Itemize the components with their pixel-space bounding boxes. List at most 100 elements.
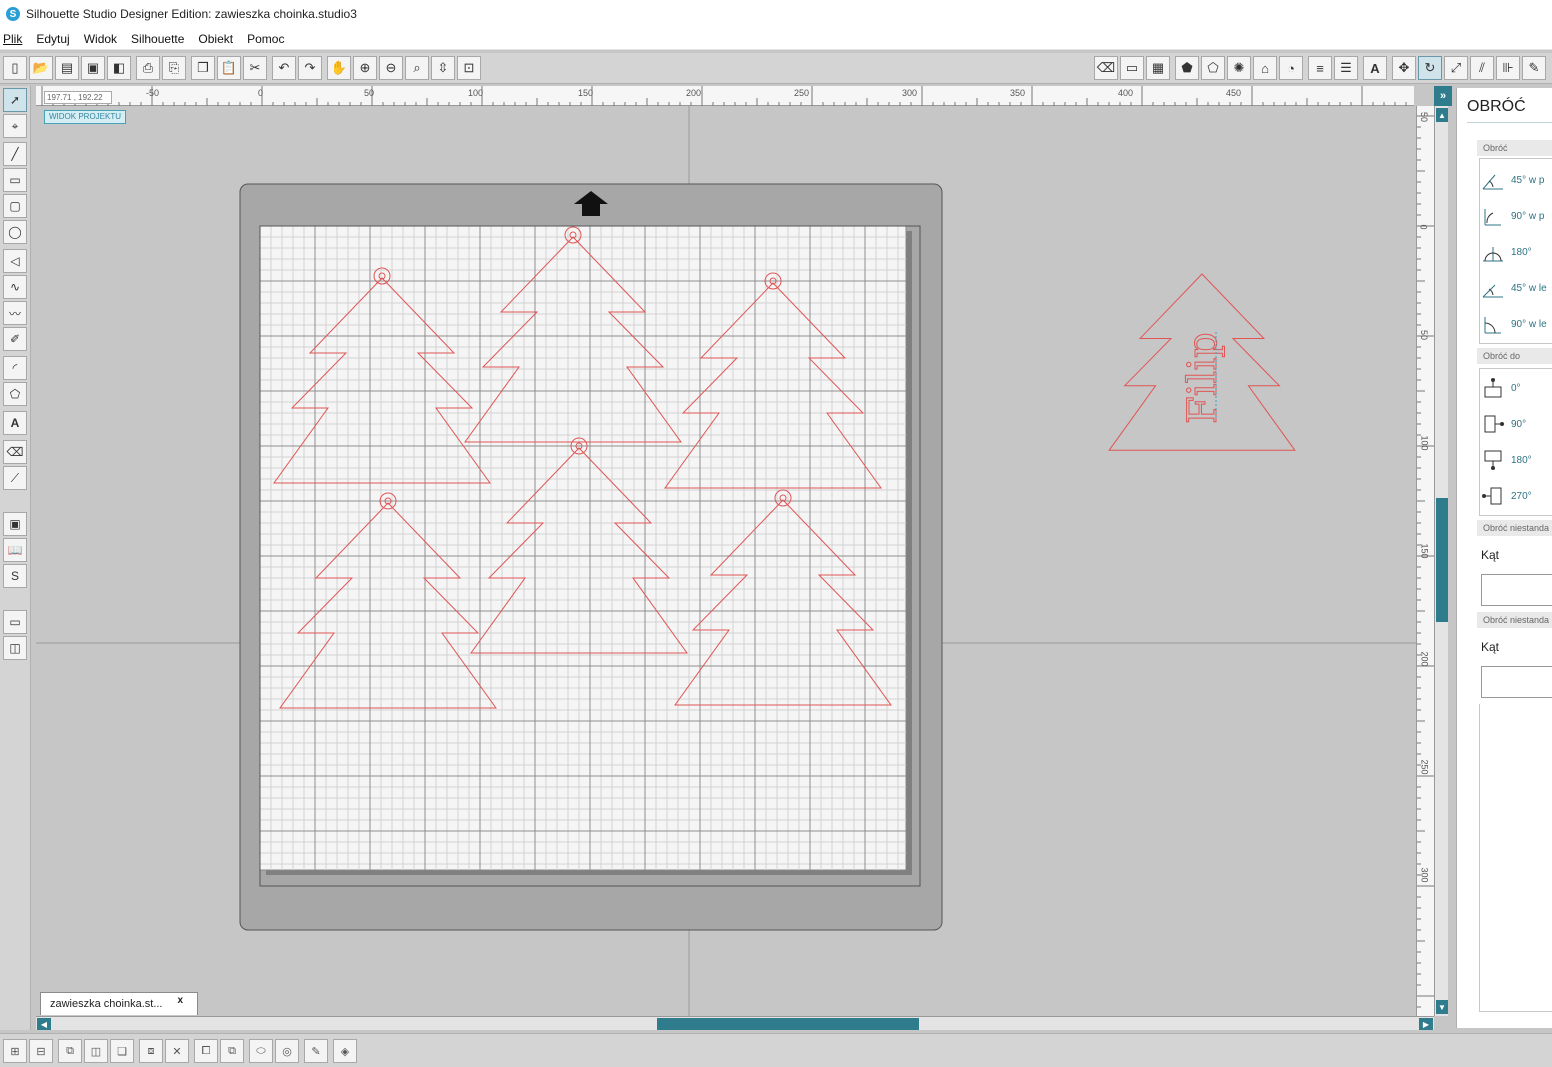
- eraser-icon[interactable]: ⌫: [3, 440, 27, 464]
- scroll-right-icon[interactable]: ▶: [1419, 1018, 1433, 1030]
- menu-widok[interactable]: Widok: [84, 32, 117, 46]
- rotate-to-270-icon: [1482, 487, 1502, 505]
- cut-icon[interactable]: ✂: [243, 56, 267, 80]
- fill-library-icon[interactable]: ⌂: [1253, 56, 1277, 80]
- ellipse-icon[interactable]: ◯: [3, 220, 27, 244]
- undo-icon[interactable]: ↶: [272, 56, 296, 80]
- new-icon[interactable]: ▯: [3, 56, 27, 80]
- duplicate-icon[interactable]: ⧉: [220, 1039, 244, 1063]
- view-mode-badge[interactable]: WIDOK PROJEKTU: [44, 110, 127, 124]
- regular-polygon-icon[interactable]: ⬠: [3, 382, 27, 406]
- eraser-panel-icon[interactable]: ⌫: [1094, 56, 1118, 80]
- mirror-icon[interactable]: ⬭: [249, 1039, 273, 1063]
- silhouette-icon[interactable]: S: [3, 564, 27, 588]
- knife-icon[interactable]: ⟋: [3, 466, 27, 490]
- curve-icon[interactable]: ∿: [3, 275, 27, 299]
- replicate-icon[interactable]: ⊪: [1496, 56, 1520, 80]
- smooth-freehand-icon[interactable]: ✐: [3, 327, 27, 351]
- design-canvas[interactable]: Filip WIDOK PROJEKTU: [36, 106, 1416, 1016]
- rotate-90-cw-option[interactable]: 90° w p: [1481, 203, 1544, 229]
- line-icon[interactable]: ╱: [3, 142, 27, 166]
- sketch-icon[interactable]: ✎: [304, 1039, 328, 1063]
- paste-icon[interactable]: 📋: [217, 56, 241, 80]
- vertical-scroll-thumb[interactable]: [1436, 498, 1448, 622]
- zoom-select-icon[interactable]: ⌕: [405, 56, 429, 80]
- menu-pomoc[interactable]: Pomoc: [247, 32, 284, 46]
- fill-pattern-icon[interactable]: ✺: [1227, 56, 1251, 80]
- close-tab-icon[interactable]: x: [177, 995, 183, 1006]
- modify-icon[interactable]: ✎: [1522, 56, 1546, 80]
- library-icon[interactable]: ▣: [3, 512, 27, 536]
- line-color-icon[interactable]: ≡: [1308, 56, 1332, 80]
- save-icon[interactable]: ▣: [81, 56, 105, 80]
- rotate-to-0-option[interactable]: 0°: [1481, 375, 1521, 401]
- bring-front-icon[interactable]: ❏: [110, 1039, 134, 1063]
- rotate-45-cw-option[interactable]: 45° w p: [1481, 167, 1544, 193]
- collapse-panel-icon[interactable]: »: [1434, 86, 1452, 106]
- menu-obiekt[interactable]: Obiekt: [198, 32, 233, 46]
- page-setup-icon[interactable]: ▭: [1120, 56, 1144, 80]
- rotate-180-option[interactable]: 180°: [1481, 239, 1532, 265]
- horizontal-scroll-thumb[interactable]: [657, 1018, 919, 1030]
- print-cut-icon[interactable]: ⎘: [162, 56, 186, 80]
- trace-icon[interactable]: ◎: [275, 1039, 299, 1063]
- text-icon[interactable]: A: [3, 411, 27, 435]
- scroll-up-icon[interactable]: ▲: [1436, 108, 1448, 122]
- release-compound-icon[interactable]: ◫: [84, 1039, 108, 1063]
- group-icon[interactable]: ⊞: [3, 1039, 27, 1063]
- send-panel-icon[interactable]: ▭: [3, 610, 27, 634]
- shadow-icon[interactable]: ◔: [1279, 56, 1303, 80]
- drag-zoom-icon[interactable]: ⇳: [431, 56, 455, 80]
- save-library-icon[interactable]: ◧: [107, 56, 131, 80]
- line-style-icon[interactable]: ☰: [1334, 56, 1358, 80]
- fill-color-icon[interactable]: ⬟: [1175, 56, 1199, 80]
- angle-input-2[interactable]: [1481, 666, 1552, 698]
- zoom-in-icon[interactable]: ⊕: [353, 56, 377, 80]
- freehand-icon[interactable]: 〰: [3, 301, 27, 325]
- rotate-90-ccw-option[interactable]: 90° w le: [1481, 311, 1547, 337]
- rotate-to-270-option[interactable]: 270°: [1481, 483, 1532, 509]
- rotate-to-180-option[interactable]: 180°: [1481, 447, 1532, 473]
- menu-plik[interactable]: Plik: [3, 32, 22, 46]
- cut-settings-icon[interactable]: ◈: [333, 1039, 357, 1063]
- text-style-icon[interactable]: A: [1363, 56, 1387, 80]
- subdivide-icon[interactable]: ⧠: [194, 1039, 218, 1063]
- rounded-rect-icon[interactable]: ▢: [3, 194, 27, 218]
- store-icon[interactable]: 📖: [3, 538, 27, 562]
- layout-icon[interactable]: ◫: [3, 636, 27, 660]
- shear-icon[interactable]: ⫽: [1470, 56, 1494, 80]
- ruler-label: 450: [1226, 88, 1242, 98]
- scroll-down-icon[interactable]: ▼: [1436, 1000, 1448, 1014]
- rectangle-icon[interactable]: ▭: [3, 168, 27, 192]
- fit-page-icon[interactable]: ⊡: [457, 56, 481, 80]
- template-icon[interactable]: ▤: [55, 56, 79, 80]
- pan-icon[interactable]: ✋: [327, 56, 351, 80]
- menu-edytuj[interactable]: Edytuj: [36, 32, 69, 46]
- compound-icon[interactable]: ⧉: [58, 1039, 82, 1063]
- arc-icon[interactable]: ◜: [3, 356, 27, 380]
- scroll-left-icon[interactable]: ◀: [37, 1018, 51, 1030]
- horizontal-scrollbar[interactable]: ◀ ▶: [36, 1016, 1434, 1030]
- send-back-icon[interactable]: ⧈: [139, 1039, 163, 1063]
- redo-icon[interactable]: ↷: [298, 56, 322, 80]
- gradient-icon[interactable]: ⬠: [1201, 56, 1225, 80]
- angle-input-1[interactable]: [1481, 574, 1552, 606]
- rotate-icon[interactable]: ↻: [1418, 56, 1442, 80]
- copy-icon[interactable]: ❐: [191, 56, 215, 80]
- polygon-icon[interactable]: ◁: [3, 249, 27, 273]
- print-icon[interactable]: ⎙: [136, 56, 160, 80]
- transform-icon[interactable]: ✥: [1392, 56, 1416, 80]
- ungroup-icon[interactable]: ⊟: [29, 1039, 53, 1063]
- rotate-45-ccw-option[interactable]: 45° w le: [1481, 275, 1547, 301]
- zoom-out-icon[interactable]: ⊖: [379, 56, 403, 80]
- grid-icon[interactable]: ▦: [1146, 56, 1170, 80]
- select-icon[interactable]: ➚: [3, 88, 27, 112]
- document-tab[interactable]: zawieszka choinka.st... x: [40, 992, 198, 1015]
- vertical-scrollbar[interactable]: ▲ ▼: [1434, 106, 1448, 1016]
- weld-icon[interactable]: ✕: [165, 1039, 189, 1063]
- point-edit-icon[interactable]: ⌖: [3, 114, 27, 138]
- menu-silhouette[interactable]: Silhouette: [131, 32, 184, 46]
- rotate-to-90-option[interactable]: 90°: [1481, 411, 1526, 437]
- open-icon[interactable]: 📂: [29, 56, 53, 80]
- scale-icon[interactable]: ⤢: [1444, 56, 1468, 80]
